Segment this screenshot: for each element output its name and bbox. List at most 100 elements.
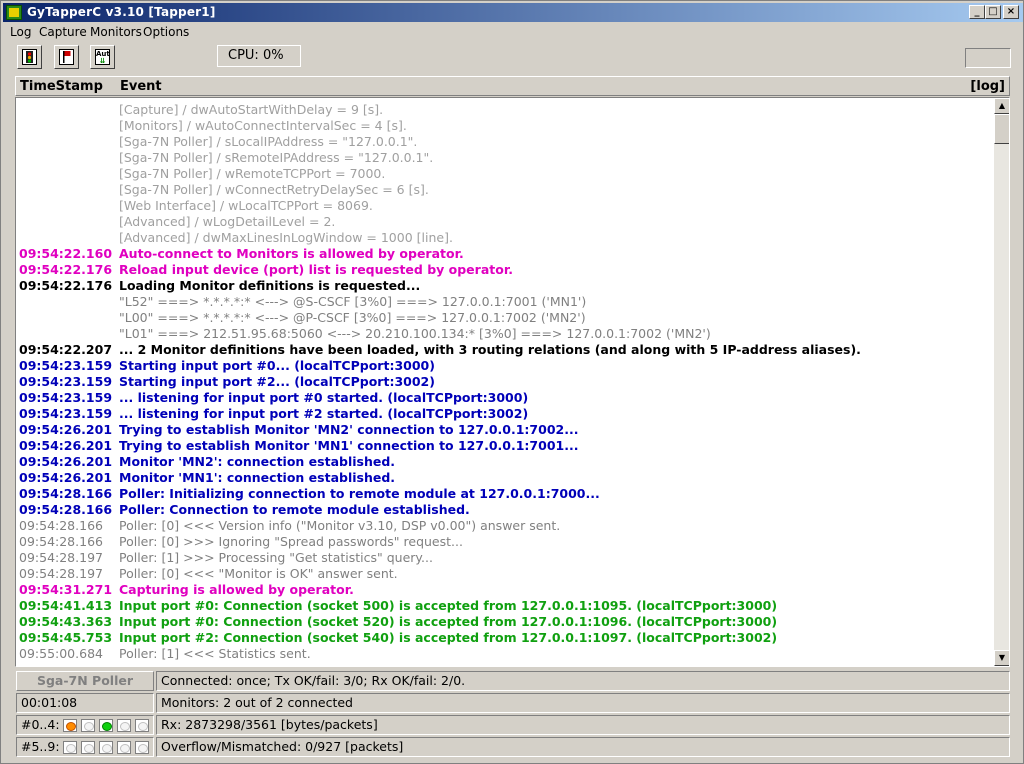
log-row[interactable]: 09:54:28.166 Poller: [0] >>> Ignoring "Sp…	[19, 534, 989, 550]
log-timestamp: 09:54:26.201	[19, 470, 113, 485]
log-event: [Sga-7N Poller] / sLocalIPAddress = "127…	[119, 134, 418, 149]
port-led-icon	[63, 719, 77, 732]
log-row[interactable]: 09:54:26.201 Monitor 'MN2': connection es…	[19, 454, 989, 470]
port-led-icon	[63, 741, 77, 754]
log-event: Poller: [1] <<< Statistics sent.	[119, 646, 311, 661]
log-row[interactable]: [Capture] / dwAutoStartWithDelay = 9 [s]…	[19, 102, 989, 118]
log-row[interactable]: 09:55:00.684 Poller: [1] <<< Statistics s…	[19, 646, 989, 662]
log-event: "L52" ===> *.*.*.*:* <---> @S-CSCF [3%0]…	[119, 294, 587, 309]
menu-options[interactable]: Options	[143, 25, 189, 39]
log-row[interactable]: 09:54:23.159 ... listening for input port…	[19, 406, 989, 422]
log-row[interactable]: 09:54:28.166 Poller: Initializing connect…	[19, 486, 989, 502]
port-led-icon	[117, 741, 131, 754]
log-row[interactable]: 09:54:26.201 Trying to establish Monitor …	[19, 422, 989, 438]
log-timestamp: 09:54:45.753	[19, 630, 113, 645]
event-column-header[interactable]: Event	[120, 79, 162, 94]
log-event: Poller: [0] >>> Ignoring "Spread passwor…	[119, 534, 463, 549]
menu-log[interactable]: Log	[10, 25, 31, 39]
log-row[interactable]: 09:54:26.201 Trying to establish Monitor …	[19, 438, 989, 454]
log-event: [Sga-7N Poller] / wConnectRetryDelaySec …	[119, 182, 429, 197]
log-row[interactable]: 09:54:22.176 Loading Monitor definitions …	[19, 278, 989, 294]
log-row[interactable]: [Advanced] / dwMaxLinesInLogWindow = 100…	[19, 230, 989, 246]
log-timestamp: 09:54:28.166	[19, 534, 103, 549]
log-event: Poller: Initializing connection to remot…	[119, 486, 600, 501]
port-led-icon	[99, 719, 113, 732]
log-row[interactable]: 09:54:22.160 Auto-connect to Monitors is …	[19, 246, 989, 262]
log-row[interactable]: [Sga-7N Poller] / sRemoteIPAddress = "12…	[19, 150, 989, 166]
log-event: [Advanced] / wLogDetailLevel = 2.	[119, 214, 336, 229]
log-row[interactable]: 09:54:23.159 Starting input port #2... (l…	[19, 374, 989, 390]
menu-monitors[interactable]: Monitors	[90, 25, 142, 39]
log-event: Capturing is allowed by operator.	[119, 582, 354, 597]
monitors-status: Monitors: 2 out of 2 connected	[156, 693, 1010, 713]
port-led-icon	[81, 741, 95, 754]
log-row[interactable]: 09:54:43.363 Input port #0: Connection (s…	[19, 614, 989, 630]
log-row[interactable]: [Sga-7N Poller] / wConnectRetryDelaySec …	[19, 182, 989, 198]
log-row[interactable]: 09:54:23.159 ... listening for input port…	[19, 390, 989, 406]
log-row[interactable]: "L00" ===> *.*.*.*:* <---> @P-CSCF [3%0]…	[19, 310, 989, 326]
log-row[interactable]: 09:54:28.197 Poller: [1] >>> Processing "…	[19, 550, 989, 566]
log-row[interactable]: 09:54:31.271 Capturing is allowed by oper…	[19, 582, 989, 598]
ports-5-9-label: #5..9:	[21, 739, 60, 754]
log-row[interactable]: 09:54:28.166 Poller: [0] <<< Version info…	[19, 518, 989, 534]
auto-capture-button[interactable]: Auto⇊	[90, 45, 115, 69]
scroll-thumb[interactable]	[994, 114, 1009, 144]
log-event: Reload input device (port) list is reque…	[119, 262, 513, 277]
connection-status: Connected: once; Tx OK/fail: 3/0; Rx OK/…	[156, 671, 1010, 691]
main-window: GyTapperC v3.10 [Tapper1] _ □ × Log Capt…	[0, 0, 1024, 764]
log-event: [Monitors] / wAutoConnectIntervalSec = 4…	[119, 118, 407, 133]
maximize-button[interactable]: □	[985, 5, 1001, 19]
menu-capture[interactable]: Capture	[39, 25, 87, 39]
log-event: Poller: Connection to remote module esta…	[119, 502, 470, 517]
toolbar: Auto⇊ CPU: 0%	[3, 42, 1023, 74]
log-event: Trying to establish Monitor 'MN2' connec…	[119, 422, 579, 437]
log-event: Poller: [0] <<< "Monitor is OK" answer s…	[119, 566, 398, 581]
log-timestamp: 09:55:00.684	[19, 646, 103, 661]
scroll-down-button[interactable]: ▼	[994, 650, 1009, 666]
log-event: Input port #0: Connection (socket 520) i…	[119, 614, 778, 629]
log-row[interactable]: 09:54:45.753 Input port #2: Connection (s…	[19, 630, 989, 646]
poller-button[interactable]: Sga-7N Poller	[16, 671, 154, 691]
close-button[interactable]: ×	[1003, 5, 1019, 19]
log-row[interactable]: [Monitors] / wAutoConnectIntervalSec = 4…	[19, 118, 989, 134]
port-led-icon	[135, 741, 149, 754]
log-row[interactable]: 09:54:28.197 Poller: [0] <<< "Monitor is …	[19, 566, 989, 582]
log-timestamp: 09:54:26.201	[19, 438, 113, 453]
log-event: [Sga-7N Poller] / sRemoteIPAddress = "12…	[119, 150, 434, 165]
log-row[interactable]: "L52" ===> *.*.*.*:* <---> @S-CSCF [3%0]…	[19, 294, 989, 310]
scroll-up-button[interactable]: ▲	[994, 98, 1009, 114]
log-row[interactable]: "L01" ===> 212.51.95.68:5060 <---> 20.21…	[19, 326, 989, 342]
log-timestamp: 09:54:28.166	[19, 486, 113, 501]
log-event: Poller: [1] >>> Processing "Get statisti…	[119, 550, 433, 565]
log-row[interactable]: 09:54:22.176 Reload input device (port) l…	[19, 262, 989, 278]
log-timestamp: 09:54:26.201	[19, 454, 113, 469]
log-event: Monitor 'MN2': connection established.	[119, 454, 396, 469]
log-row[interactable]: 09:54:26.201 Monitor 'MN1': connection es…	[19, 470, 989, 486]
menu-bar: Log Capture Monitors Options	[3, 23, 1023, 41]
log-row[interactable]: 09:54:41.413 Input port #0: Connection (s…	[19, 598, 989, 614]
log-row[interactable]: [Advanced] / wLogDetailLevel = 2.	[19, 214, 989, 230]
log-event: [Web Interface] / wLocalTCPPort = 8069.	[119, 198, 373, 213]
vertical-scrollbar[interactable]: ▲ ▼	[994, 98, 1009, 666]
port-led-icon	[117, 719, 131, 732]
timestamp-column-header[interactable]: TimeStamp	[20, 79, 103, 94]
auto-download-icon: Auto⇊	[95, 49, 110, 65]
log-row[interactable]: 09:54:28.166 Poller: Connection to remote…	[19, 502, 989, 518]
log-row[interactable]: [Sga-7N Poller] / wRemoteTCPPort = 7000.	[19, 166, 989, 182]
log-row[interactable]: [Sga-7N Poller] / sLocalIPAddress = "127…	[19, 134, 989, 150]
port-led-icon	[99, 741, 113, 754]
minimize-button[interactable]: _	[969, 5, 985, 19]
traffic-light-button[interactable]	[17, 45, 42, 69]
flag-button[interactable]	[54, 45, 79, 69]
app-icon[interactable]	[6, 5, 22, 20]
log-timestamp: 09:54:31.271	[19, 582, 113, 597]
log-row[interactable]: 09:54:22.207 ... 2 Monitor definitions ha…	[19, 342, 989, 358]
log-row[interactable]: [Web Interface] / wLocalTCPPort = 8069.	[19, 198, 989, 214]
log-window[interactable]: [Capture] / dwAutoStartWithDelay = 9 [s]…	[15, 97, 1010, 667]
log-event: Input port #2: Connection (socket 540) i…	[119, 630, 778, 645]
title-bar[interactable]: GyTapperC v3.10 [Tapper1] _ □ ×	[3, 3, 1023, 22]
log-timestamp: 09:54:23.159	[19, 390, 113, 405]
log-row[interactable]: 09:54:23.159 Starting input port #0... (l…	[19, 358, 989, 374]
log-toggle[interactable]: [log]	[970, 79, 1005, 94]
log-event: Loading Monitor definitions is requested…	[119, 278, 421, 293]
